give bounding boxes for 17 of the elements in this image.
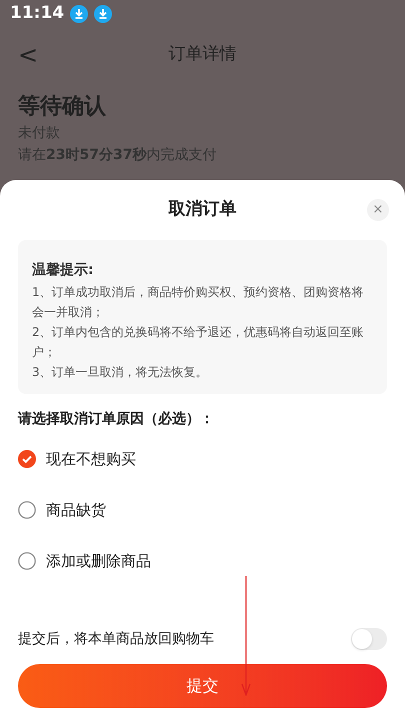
notice-text: 2、订单内包含的兑换码将不给予退还，优惠码将自动返回至账户；: [32, 324, 365, 361]
notice-text: 1、订单成功取消后，商品特价购买权、预约资格、团购资格将会一并取消；: [32, 284, 365, 321]
reason-option[interactable]: 添加或删除商品: [18, 550, 387, 572]
order-status: 等待确认: [18, 93, 108, 121]
notice-text: 3、订单一旦取消，将无法恢复。: [32, 364, 209, 381]
reason-option[interactable]: 现在不想购买: [18, 448, 387, 470]
reason-label: 请选择取消订单原因（必选）：: [16, 410, 215, 429]
status-time: 11:14: [10, 2, 64, 26]
submit-button[interactable]: 提交: [18, 664, 387, 708]
sheet-title: 取消订单: [168, 198, 236, 222]
download-icon: [70, 5, 88, 23]
notice-title: 温馨提示:: [32, 261, 95, 280]
page-title: 订单详情: [168, 43, 236, 66]
download-icon: [94, 5, 112, 23]
reason-option[interactable]: 商品缺货: [18, 499, 387, 521]
toggle-switch[interactable]: [351, 628, 387, 650]
return-to-cart-label: 提交后，将本单商品放回购物车: [18, 630, 214, 648]
